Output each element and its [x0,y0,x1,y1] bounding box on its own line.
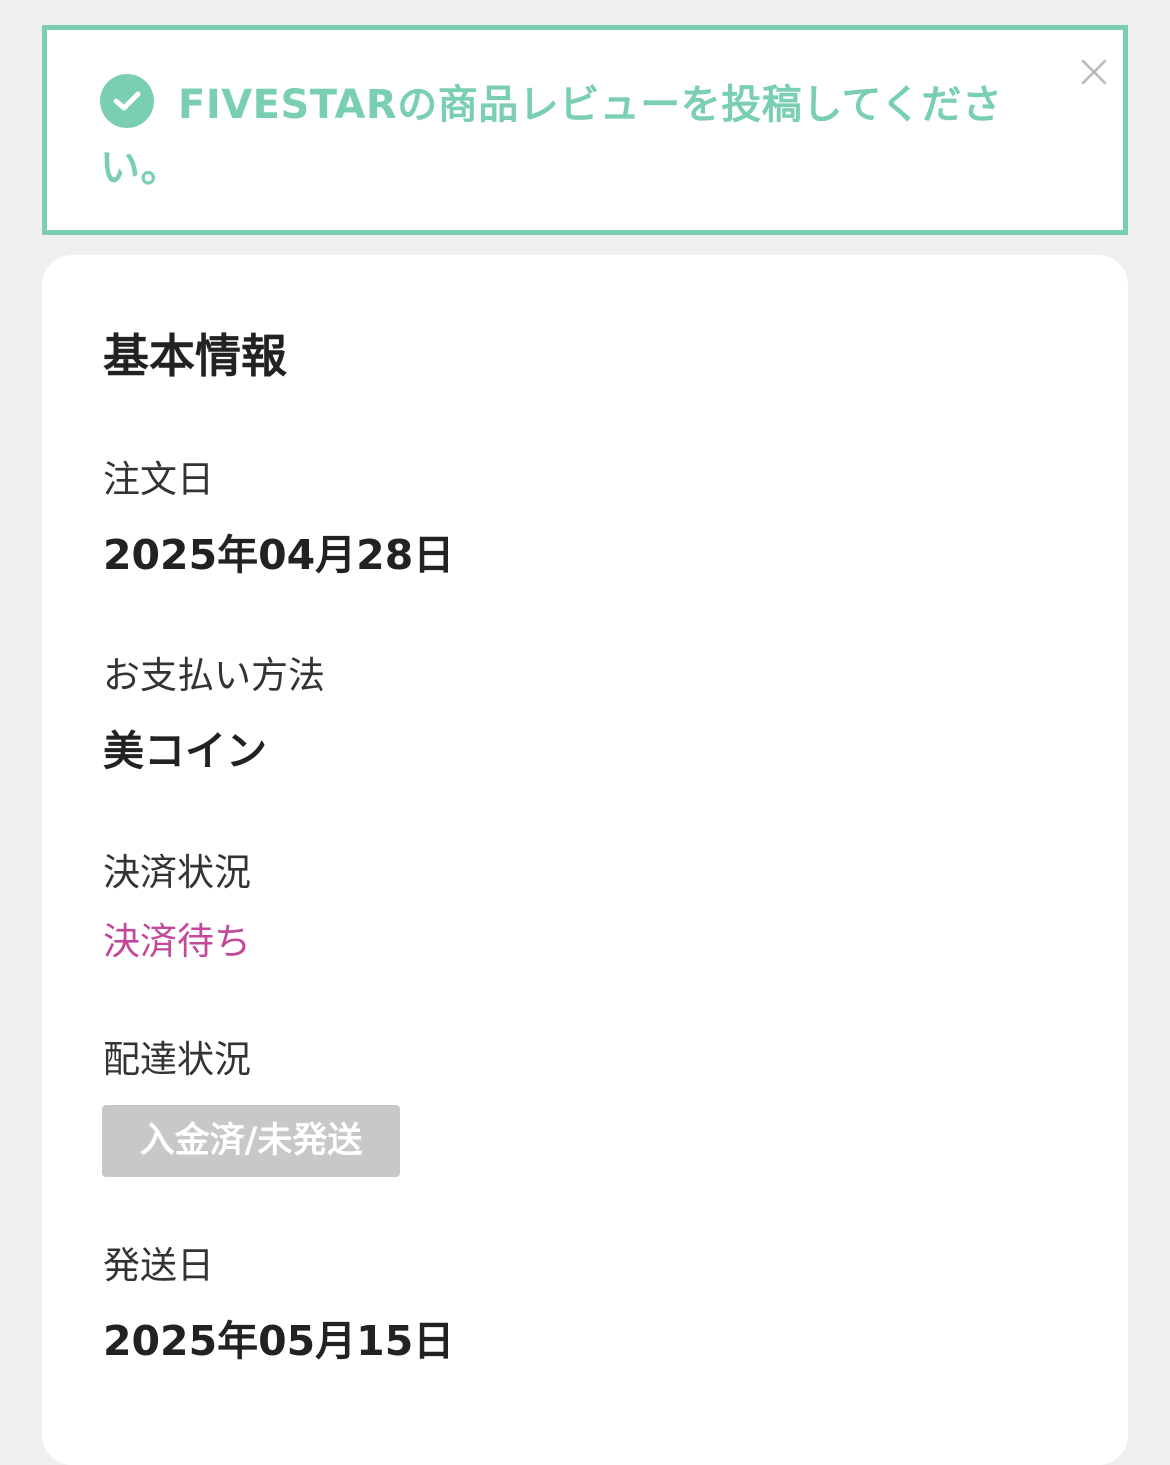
ship-date-label: 発送日 [103,1244,214,1287]
section-title: 基本情報 [103,329,287,383]
payment-method-value: 美コイン [103,727,267,775]
ship-date-value: 2025年05月15日 [103,1317,455,1365]
basic-info-card: 基本情報 注文日 2025年04月28日 お支払い方法 美コイン 決済状況 決済… [42,255,1128,1465]
close-icon[interactable] [1080,58,1108,86]
payment-status-value: 決済待ち [103,920,251,963]
review-notice-text: FIVESTARの商品レビューを投稿してください。 [100,82,1003,191]
review-notice-message: FIVESTARの商品レビューを投稿してください。 [100,74,1020,200]
order-date-value: 2025年04月28日 [103,531,455,579]
check-circle-icon [100,74,154,128]
order-date-label: 注文日 [103,458,214,501]
review-notice-banner: FIVESTARの商品レビューを投稿してください。 [42,25,1128,235]
payment-method-label: お支払い方法 [103,654,325,697]
delivery-status-label: 配達状況 [103,1038,251,1081]
payment-status-label: 決済状況 [103,851,251,894]
delivery-status-badge: 入金済/未発送 [102,1105,400,1177]
